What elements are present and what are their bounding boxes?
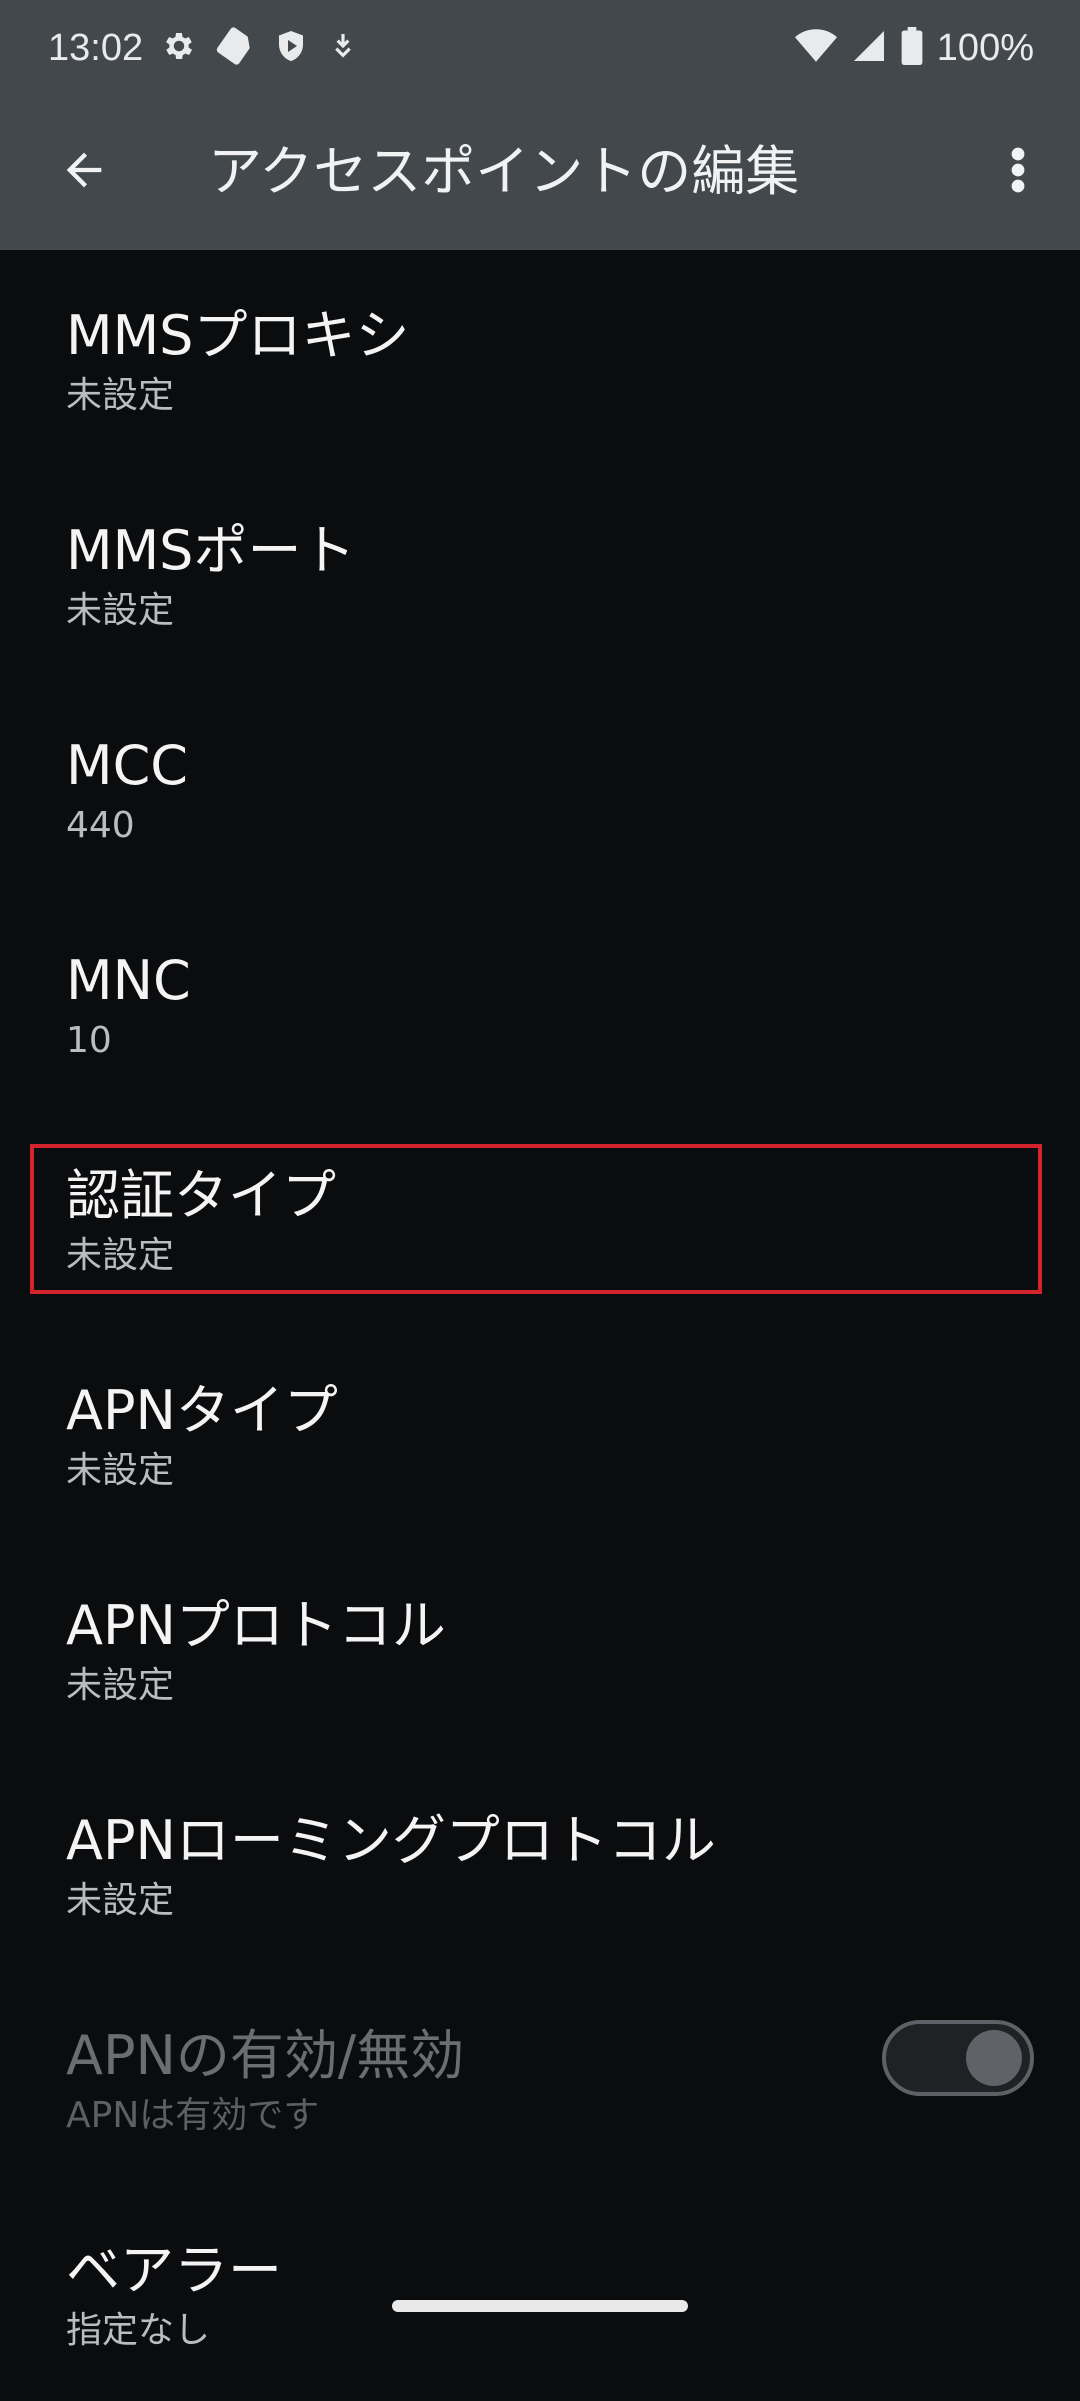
pref-summary: APNは有効です	[66, 2095, 320, 2136]
app-bar: アクセスポイントの編集	[0, 96, 1080, 250]
pref-title: APNの有効/無効	[66, 2024, 465, 2087]
pref-mcc[interactable]: MCC 440	[0, 680, 1080, 896]
back-button[interactable]	[44, 132, 124, 212]
pref-summary: 440	[66, 805, 135, 846]
page-title: アクセスポイントの編集	[208, 140, 800, 203]
battery-percentage: 100%	[936, 26, 1034, 69]
pref-mms-proxy[interactable]: MMSプロキシ 未設定	[0, 250, 1080, 466]
pref-bearer[interactable]: ベアラー 指定なし	[0, 2185, 1080, 2401]
pref-summary: 未設定	[66, 590, 175, 631]
gesture-nav-handle[interactable]	[392, 2300, 688, 2312]
pref-title: APNタイプ	[66, 1379, 338, 1442]
pref-title: MMSポート	[66, 519, 356, 582]
pref-apn-protocol[interactable]: APNプロトコル 未設定	[0, 1540, 1080, 1756]
pref-summary: 未設定	[66, 1665, 175, 1706]
download-icon	[327, 30, 359, 66]
more-vert-icon	[1010, 146, 1026, 198]
pref-title: MCC	[66, 734, 189, 797]
pref-title: APNローミングプロトコル	[66, 1809, 716, 1872]
pref-apn-type[interactable]: APNタイプ 未設定	[0, 1325, 1080, 1541]
pref-summary: 未設定	[66, 375, 175, 416]
pref-summary: 指定なし	[66, 2310, 211, 2351]
pref-apn-roaming-protocol[interactable]: APNローミングプロトコル 未設定	[0, 1755, 1080, 1971]
pref-title: MMSプロキシ	[66, 304, 410, 367]
status-system-icons: 100%	[794, 26, 1034, 70]
shield-icon	[273, 28, 309, 68]
pref-summary: 未設定	[66, 1235, 175, 1276]
pref-summary: 10	[66, 1020, 112, 1061]
arrow-left-icon	[58, 144, 110, 200]
status-bar: 13:02 100%	[0, 0, 1080, 96]
toggle-thumb	[966, 2030, 1022, 2086]
apn-enable-toggle	[882, 2020, 1034, 2096]
pref-title: ベアラー	[66, 2239, 282, 2302]
pref-summary: 未設定	[66, 1880, 175, 1921]
pref-summary: 未設定	[66, 1450, 175, 1491]
pref-mnc[interactable]: MNC 10	[0, 895, 1080, 1111]
pref-title: APNプロトコル	[66, 1594, 446, 1657]
cell-signal-icon	[851, 28, 887, 68]
status-notification-icons	[161, 26, 359, 70]
status-time: 13:02	[48, 26, 144, 69]
pref-apn-enable: APNの有効/無効 APNは有効です	[0, 1970, 1080, 2186]
pref-title: 認証タイプ	[66, 1164, 336, 1227]
gear-icon	[161, 28, 197, 68]
pref-mms-port[interactable]: MMSポート 未設定	[0, 465, 1080, 681]
pref-title: MNC	[66, 949, 191, 1012]
pref-auth-type[interactable]: 認証タイプ 未設定	[0, 1110, 1080, 1326]
battery-icon	[901, 27, 923, 69]
sim-card-icon	[215, 26, 255, 70]
wifi-icon	[794, 28, 837, 68]
more-options-button[interactable]	[978, 132, 1058, 212]
